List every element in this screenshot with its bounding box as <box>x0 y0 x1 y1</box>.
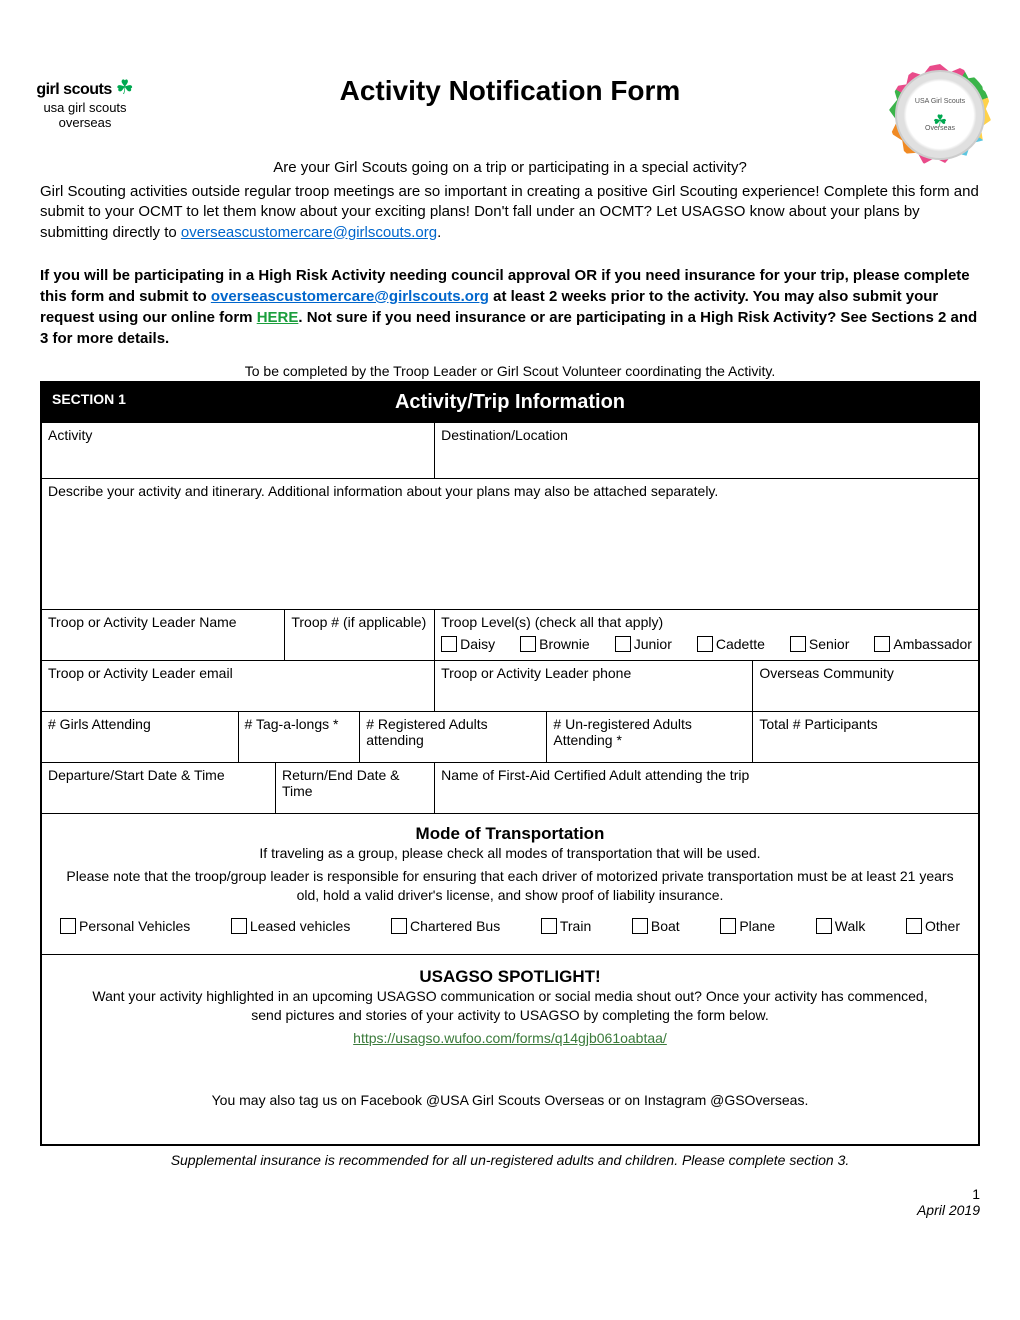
usagso-badge: USA Girl Scouts ☘ Overseas <box>890 70 990 170</box>
spotlight-title: USAGSO SPOTLIGHT! <box>72 961 948 987</box>
checkbox-daisy[interactable] <box>441 636 457 652</box>
field-tagalongs[interactable]: # Tag-a-longs * <box>239 712 361 762</box>
supplemental-note: Supplemental insurance is recommended fo… <box>40 1152 980 1168</box>
online-form-link[interactable]: HERE <box>257 309 299 326</box>
checkbox-senior[interactable] <box>790 636 806 652</box>
mode-plane[interactable]: Plane <box>720 918 775 934</box>
spotlight-url[interactable]: https://usagso.wufoo.com/forms/q14gjb061… <box>353 1030 667 1046</box>
field-depart[interactable]: Departure/Start Date & Time <box>42 763 276 813</box>
checkbox-walk[interactable] <box>816 918 832 934</box>
checkbox-other[interactable] <box>906 918 922 934</box>
level-senior[interactable]: Senior <box>790 636 849 652</box>
field-describe[interactable]: Describe your activity and itinerary. Ad… <box>42 479 978 609</box>
mode-walk[interactable]: Walk <box>816 918 866 934</box>
checkbox-leased[interactable] <box>231 918 247 934</box>
page-number: 1 <box>40 1186 980 1202</box>
field-leader-name[interactable]: Troop or Activity Leader Name <box>42 610 285 660</box>
checkbox-ambassador[interactable] <box>874 636 890 652</box>
level-junior[interactable]: Junior <box>615 636 672 652</box>
gs-logo-left: girl scouts ☘ usa girl scouts overseas <box>30 75 140 130</box>
transport-title: Mode of Transportation <box>48 818 972 844</box>
logo-line2: usa girl scouts <box>30 100 140 115</box>
footer-date: April 2019 <box>40 1202 980 1218</box>
checkbox-boat[interactable] <box>632 918 648 934</box>
field-girls[interactable]: # Girls Attending <box>42 712 239 762</box>
checkbox-plane[interactable] <box>720 918 736 934</box>
logo-line1: girl scouts <box>36 81 111 98</box>
trefoil-icon: ☘ <box>116 75 134 100</box>
completed-by-note: To be completed by the Troop Leader or G… <box>40 363 980 379</box>
mode-boat[interactable]: Boat <box>632 918 680 934</box>
spotlight-tag: You may also tag us on Facebook @USA Gir… <box>72 1091 948 1114</box>
mode-chartered[interactable]: Chartered Bus <box>391 918 500 934</box>
field-troop-num[interactable]: Troop # (if applicable) <box>285 610 435 660</box>
checkbox-cadette[interactable] <box>697 636 713 652</box>
page-footer: 1 April 2019 <box>40 1186 980 1218</box>
level-brownie[interactable]: Brownie <box>520 636 590 652</box>
section1-title: Activity/Trip Information <box>52 391 968 414</box>
level-daisy[interactable]: Daisy <box>441 636 495 652</box>
field-firstaid[interactable]: Name of First-Aid Certified Adult attend… <box>435 763 978 813</box>
field-activity[interactable]: Activity <box>42 423 435 478</box>
checkbox-junior[interactable] <box>615 636 631 652</box>
intro-paragraph: Girl Scouting activities outside regular… <box>40 182 980 243</box>
field-total[interactable]: Total # Participants <box>753 712 978 762</box>
section1-header: SECTION 1 Activity/Trip Information <box>42 383 978 422</box>
field-troop-levels: Troop Level(s) (check all that apply) Da… <box>435 610 978 660</box>
mode-train[interactable]: Train <box>541 918 591 934</box>
logo-line3: overseas <box>30 115 140 130</box>
field-leader-email[interactable]: Troop or Activity Leader email <box>42 661 435 711</box>
transport-block: Mode of Transportation If traveling as a… <box>42 814 978 954</box>
email-link-1[interactable]: overseascustomercare@girlscouts.org <box>181 224 437 241</box>
email-link-2[interactable]: overseascustomercare@girlscouts.org <box>211 288 489 305</box>
field-unreg-adults[interactable]: # Un-registered Adults Attending * <box>547 712 753 762</box>
subtitle: Are your Girl Scouts going on a trip or … <box>40 159 980 176</box>
section1-label: SECTION 1 <box>52 391 126 407</box>
spotlight-block: USAGSO SPOTLIGHT! Want your activity hig… <box>42 955 978 1145</box>
section1-form: SECTION 1 Activity/Trip Information Acti… <box>40 381 980 1147</box>
checkbox-train[interactable] <box>541 918 557 934</box>
field-destination[interactable]: Destination/Location <box>435 423 978 478</box>
bold-instructions: If you will be participating in a High R… <box>40 265 980 349</box>
level-cadette[interactable]: Cadette <box>697 636 765 652</box>
field-reg-adults[interactable]: # Registered Adults attending <box>360 712 547 762</box>
field-leader-phone[interactable]: Troop or Activity Leader phone <box>435 661 753 711</box>
level-ambassador[interactable]: Ambassador <box>874 636 972 652</box>
mode-leased[interactable]: Leased vehicles <box>231 918 350 934</box>
checkbox-chartered[interactable] <box>391 918 407 934</box>
field-return[interactable]: Return/End Date & Time <box>276 763 435 813</box>
page-title: Activity Notification Form <box>40 75 980 107</box>
mode-personal[interactable]: Personal Vehicles <box>60 918 190 934</box>
checkbox-brownie[interactable] <box>520 636 536 652</box>
checkbox-personal[interactable] <box>60 918 76 934</box>
field-community[interactable]: Overseas Community <box>753 661 978 711</box>
mode-other[interactable]: Other <box>906 918 960 934</box>
